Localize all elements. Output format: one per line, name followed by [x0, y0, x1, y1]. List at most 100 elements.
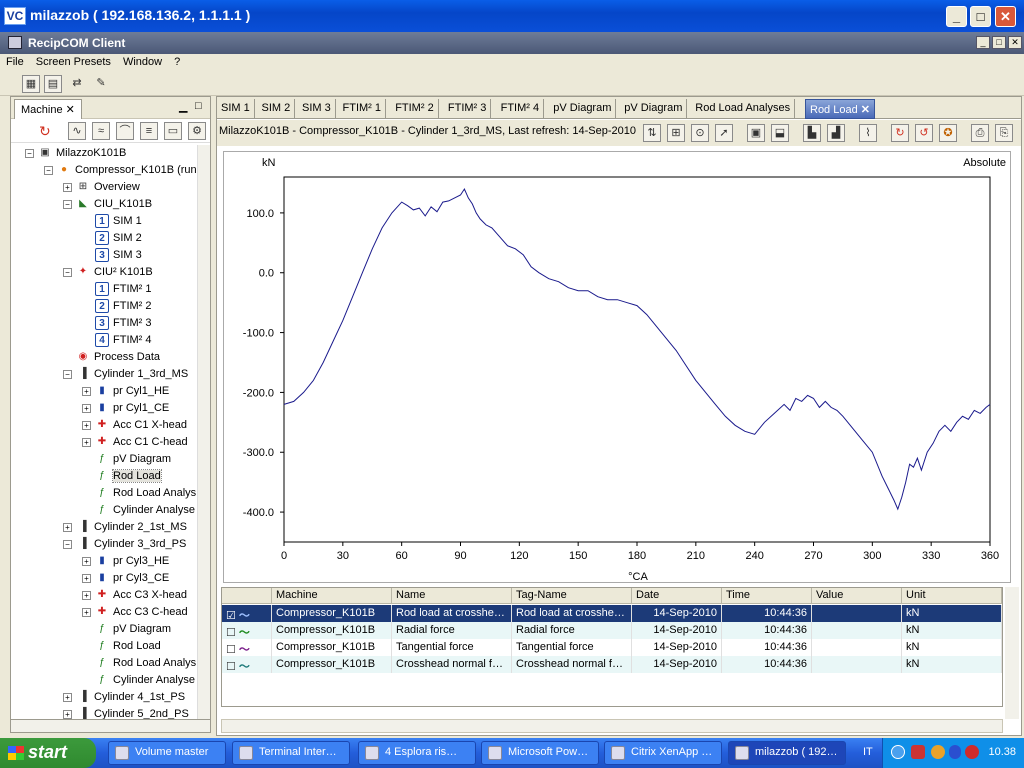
inner-close-button[interactable]: ✕	[1008, 36, 1022, 49]
tree-item[interactable]: ƒ pV Diagram	[82, 451, 171, 468]
chart-style-icon[interactable]: ⌇	[859, 124, 877, 142]
menu-screen-presets[interactable]: Screen Presets	[30, 54, 117, 70]
tab-sim-3[interactable]: SIM 3	[298, 99, 336, 119]
tree-horizontal-scrollbar[interactable]	[10, 719, 211, 733]
chart-add-icon[interactable]: ▙	[803, 124, 821, 142]
row-checkbox[interactable]: ☐	[226, 644, 236, 656]
maximize-button[interactable]: □	[970, 6, 991, 27]
tab-sim-2[interactable]: SIM 2	[258, 99, 296, 119]
tree-item[interactable]: + ▮ pr Cyl3_CE	[82, 570, 169, 587]
open-icon[interactable]: ⬓	[771, 124, 789, 142]
tab-ftim-2[interactable]: FTIM² 2	[391, 99, 439, 119]
table-vertical-scrollbar[interactable]	[1005, 587, 1019, 719]
tree-item[interactable]: + ✚ Acc C3 C-head	[82, 604, 188, 621]
start-button[interactable]: start	[0, 738, 96, 768]
expand-toggle-icon[interactable]: +	[82, 556, 91, 566]
panel-minimize-icon[interactable]: ▁	[179, 100, 187, 113]
tree-item[interactable]: − ● Compressor_K101B (run	[44, 162, 197, 179]
expand-toggle-icon[interactable]: −	[63, 369, 72, 379]
tree-item[interactable]: − ✦ CIU² K101B	[63, 264, 153, 281]
close-tab-icon[interactable]: ✕	[858, 104, 870, 116]
trend-icon[interactable]: ⌒	[116, 122, 134, 140]
tab-pv-diagram[interactable]: pV Diagram	[549, 99, 617, 119]
tree-item[interactable]: + ✚ Acc C3 X-head	[82, 587, 187, 604]
rod-load-chart[interactable]: kN Absolute °CA 0 30 60 90 120 150 180 210 240 27…	[223, 151, 1011, 583]
tab-pv-diagram[interactable]: pV Diagram	[620, 99, 688, 119]
print-icon[interactable]: ⎙	[971, 124, 989, 142]
taskbar-item[interactable]: milazzob ( 192…	[728, 741, 846, 765]
column-header[interactable]: Value	[812, 588, 902, 604]
column-header[interactable]: Name	[392, 588, 512, 604]
refresh-icon[interactable]: ↻	[39, 123, 51, 140]
settings-icon[interactable]: ⚙	[188, 122, 206, 140]
tree-item[interactable]: − ▐ Cylinder 1_3rd_MS	[63, 366, 188, 383]
machine-tab[interactable]: Machine ✕	[14, 99, 82, 119]
tree-view-icon[interactable]: ▦	[22, 75, 40, 93]
tree-item[interactable]: − ◣ CIU_K101B	[63, 196, 152, 213]
tray-alert-icon[interactable]	[965, 745, 979, 759]
tree-item[interactable]: ƒ Rod Load Analys	[82, 485, 196, 502]
tree-item[interactable]: ƒ pV Diagram	[82, 621, 171, 638]
expand-toggle-icon[interactable]: −	[44, 165, 53, 175]
monitor-icon[interactable]: ▭	[164, 122, 182, 140]
column-header[interactable]: Time	[722, 588, 812, 604]
tab-rod-load-analyses[interactable]: Rod Load Analyses	[691, 99, 796, 119]
tree-item[interactable]: + ▐ Cylinder 4_1st_PS	[63, 689, 185, 706]
column-header[interactable]	[222, 588, 272, 604]
tree-item[interactable]: ƒ Rod Load	[82, 468, 162, 485]
tree-item[interactable]: + ✚ Acc C1 X-head	[82, 417, 187, 434]
row-checkbox[interactable]: ☑	[226, 610, 236, 622]
tab-sim-1[interactable]: SIM 1	[217, 99, 255, 119]
close-button[interactable]: ✕	[995, 6, 1016, 27]
tab-rod-load[interactable]: Rod Load ✕	[805, 99, 875, 119]
table-horizontal-scrollbar[interactable]	[221, 719, 1003, 733]
tree-item[interactable]: + ▮ pr Cyl1_HE	[82, 383, 169, 400]
expand-toggle-icon[interactable]: +	[82, 437, 91, 447]
tree-item[interactable]: 1 FTIM² 1	[82, 281, 152, 298]
column-header[interactable]: Unit	[902, 588, 1002, 604]
expand-toggle-icon[interactable]: +	[82, 607, 91, 617]
menu-file[interactable]: File	[0, 54, 30, 70]
tree-item[interactable]: 2 SIM 2	[82, 230, 142, 247]
expand-toggle-icon[interactable]: +	[63, 692, 72, 702]
expand-toggle-icon[interactable]: +	[63, 522, 72, 532]
auto-refresh-icon[interactable]: ↺	[915, 124, 933, 142]
export-icon[interactable]: ⎘	[995, 124, 1013, 142]
pointer-icon[interactable]: ➚	[715, 124, 733, 142]
tree-item[interactable]: 3 SIM 3	[82, 247, 142, 264]
taskbar-item[interactable]: Citrix XenApp …	[604, 741, 722, 765]
tree-item[interactable]: + ▮ pr Cyl1_CE	[82, 400, 169, 417]
panel-maximize-icon[interactable]: □	[195, 100, 202, 112]
row-checkbox[interactable]: ☐	[226, 627, 236, 639]
expand-toggle-icon[interactable]: +	[82, 403, 91, 413]
list-icon[interactable]: ≡	[140, 122, 158, 140]
tree-item[interactable]: ƒ Cylinder Analyse	[82, 672, 195, 689]
expand-toggle-icon[interactable]: +	[82, 573, 91, 583]
panel-view-icon[interactable]: ▤	[44, 75, 62, 93]
tree-item[interactable]: − ▣ MilazzoK101B	[25, 145, 126, 162]
spectrum-icon[interactable]: ≈	[92, 122, 110, 140]
tree-item[interactable]: ƒ Rod Load Analys	[82, 655, 196, 672]
tree-vertical-scrollbar[interactable]	[197, 145, 210, 719]
close-tab-icon[interactable]: ✕	[66, 104, 75, 116]
tree-item[interactable]: 1 SIM 1	[82, 213, 142, 230]
tree-item[interactable]: ƒ Cylinder Analyse	[82, 502, 195, 519]
table-row[interactable]: ☐ 〜 Compressor_K101B Radial force Radial fo…	[222, 622, 1002, 639]
expand-toggle-icon[interactable]: −	[63, 539, 72, 549]
tree-item[interactable]: ◉ Process Data	[63, 349, 160, 366]
tree-item[interactable]: + ⊞ Overview	[63, 179, 140, 196]
tab-ftim-4[interactable]: FTIM² 4	[497, 99, 545, 119]
waveform-icon[interactable]: ∿	[68, 122, 86, 140]
refresh-icon[interactable]: ↻	[891, 124, 909, 142]
expand-toggle-icon[interactable]: +	[63, 709, 72, 719]
expand-toggle-icon[interactable]: −	[63, 267, 72, 277]
tree-item[interactable]: + ✚ Acc C1 C-head	[82, 434, 188, 451]
column-header[interactable]: Machine	[272, 588, 392, 604]
tray-monitor-icon[interactable]	[911, 745, 925, 759]
pin-icon[interactable]: ✎	[92, 75, 110, 93]
cursor-tool-icon[interactable]: ⇅	[643, 124, 661, 142]
tree-item[interactable]: + ▮ pr Cyl3_HE	[82, 553, 169, 570]
column-header[interactable]: Tag-Name	[512, 588, 632, 604]
table-row[interactable]: ☑ 〜 Compressor_K101B Rod load at crosshe… R…	[222, 605, 1002, 622]
table-row[interactable]: ☐ 〜 Compressor_K101B Crosshead normal f… Cr…	[222, 656, 1002, 673]
